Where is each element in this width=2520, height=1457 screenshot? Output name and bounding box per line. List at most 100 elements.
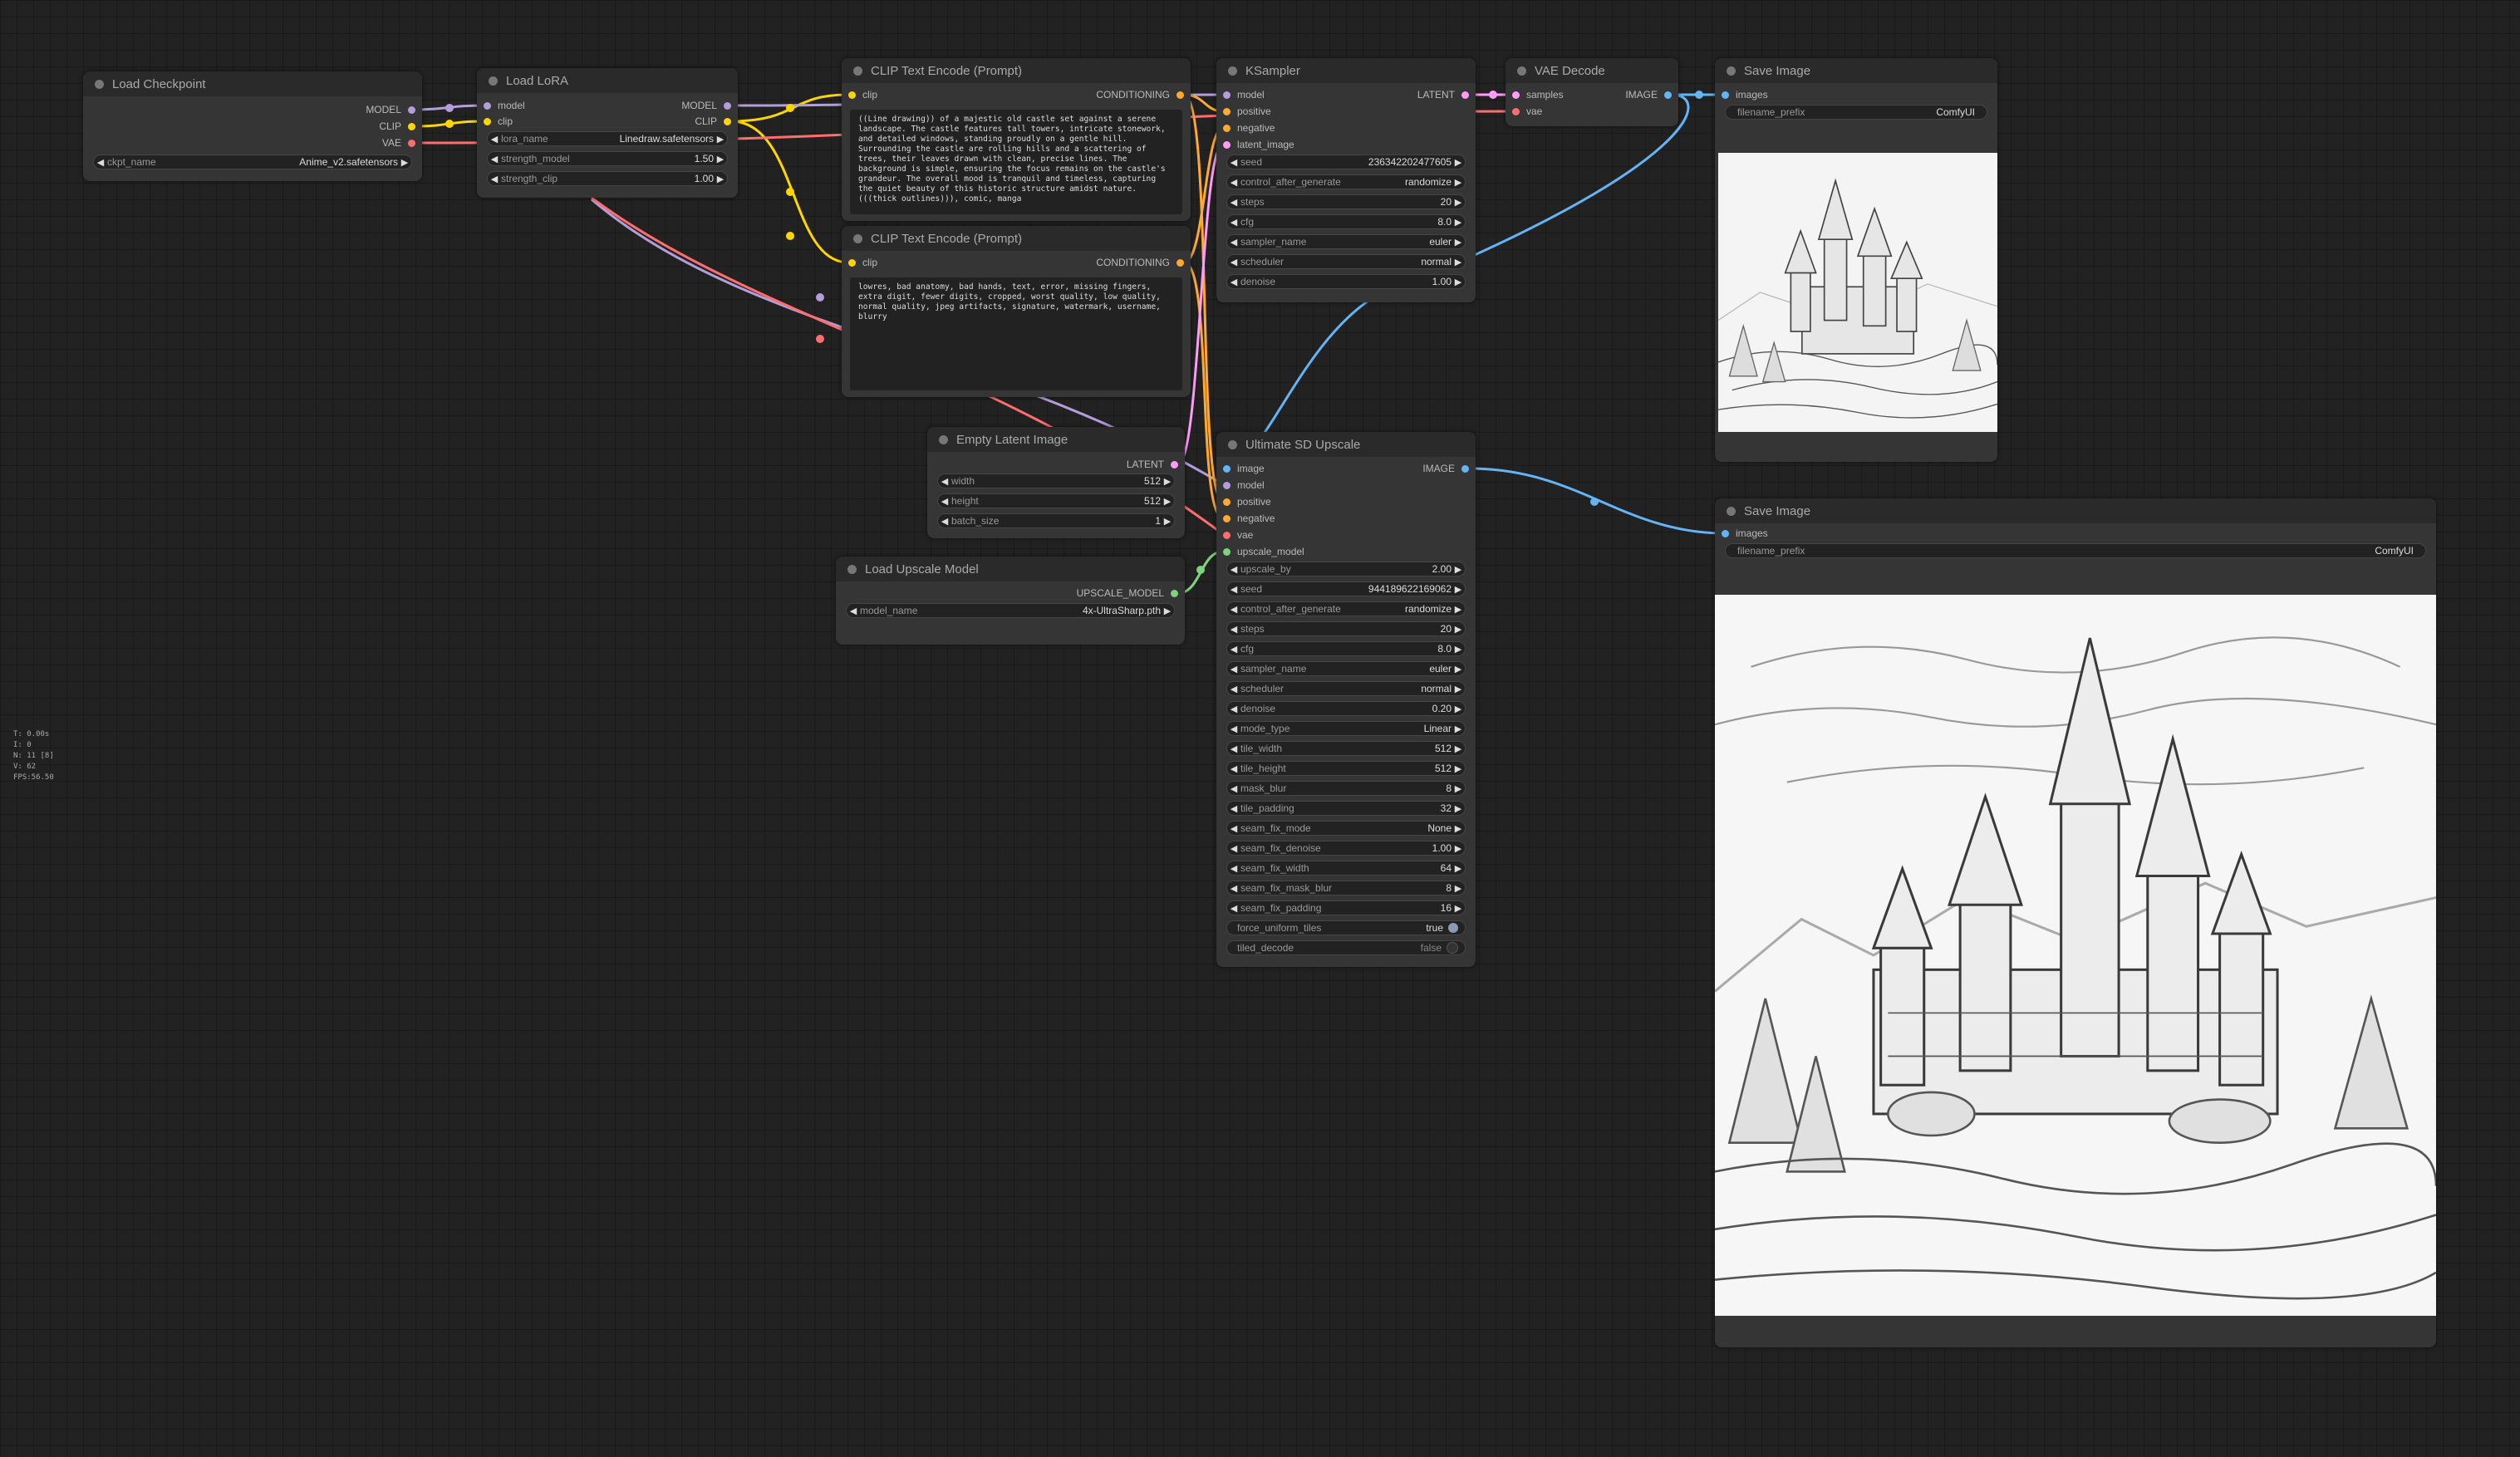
widget-strength-clip[interactable]: ◀ strength_clip 1.00 ▶ [487, 171, 728, 186]
node-title-bar[interactable]: Save Image [1715, 498, 2436, 523]
arrow-right-icon[interactable]: ▶ [1452, 903, 1465, 914]
slot-dot[interactable] [724, 117, 731, 125]
node-ksampler[interactable]: KSampler model positive negative latent_… [1216, 58, 1476, 302]
slot-dot[interactable] [1722, 91, 1729, 99]
toggle-off-icon[interactable] [1447, 942, 1458, 954]
arrow-left-icon[interactable]: ◀ [488, 174, 501, 184]
arrow-left-icon[interactable]: ◀ [1227, 823, 1240, 834]
widget-cfg[interactable]: ◀ cfg 8.0 ▶ [1226, 214, 1466, 229]
arrow-right-icon[interactable]: ▶ [1452, 763, 1465, 774]
input-model[interactable]: model [1223, 88, 1265, 101]
slot-dot[interactable] [1512, 107, 1520, 115]
arrow-right-icon[interactable]: ▶ [1452, 257, 1465, 267]
arrow-right-icon[interactable]: ▶ [1452, 684, 1465, 694]
node-ultimate-sd-upscale[interactable]: Ultimate SD Upscale image model positive… [1216, 432, 1476, 967]
slot-dot[interactable] [484, 101, 491, 110]
output-model[interactable]: MODEL [681, 99, 731, 112]
widget-denoise[interactable]: ◀ denoise 0.20 ▶ [1226, 701, 1466, 716]
arrow-left-icon[interactable]: ◀ [938, 496, 951, 507]
arrow-left-icon[interactable]: ◀ [1227, 157, 1240, 168]
input-upscale-model[interactable]: upscale_model [1223, 545, 1304, 558]
collapse-dot[interactable] [939, 434, 948, 444]
slot-dot[interactable] [1223, 91, 1231, 99]
widget-scheduler[interactable]: ◀ scheduler normal ▶ [1226, 254, 1466, 269]
arrow-right-icon[interactable]: ▶ [1452, 664, 1465, 675]
arrow-left-icon[interactable]: ◀ [1227, 863, 1240, 874]
widget-tile-width[interactable]: ◀ tile_width 512 ▶ [1226, 741, 1466, 756]
widget-control-after-generate[interactable]: ◀ control_after_generate randomize ▶ [1226, 174, 1466, 189]
arrow-right-icon[interactable]: ▶ [1452, 843, 1465, 854]
widget-tile-padding[interactable]: ◀ tile_padding 32 ▶ [1226, 801, 1466, 816]
arrow-right-icon[interactable]: ▶ [714, 134, 727, 145]
widget-seam-fix-width[interactable]: ◀ seam_fix_width 64 ▶ [1226, 861, 1466, 876]
output-conditioning[interactable]: CONDITIONING [1096, 256, 1184, 269]
slot-dot[interactable] [848, 258, 856, 267]
arrow-right-icon[interactable]: ▶ [398, 157, 411, 168]
arrow-right-icon[interactable]: ▶ [1452, 743, 1465, 754]
widget-seam-fix-padding[interactable]: ◀ seam_fix_padding 16 ▶ [1226, 900, 1466, 915]
output-image-preview[interactable] [1718, 153, 1997, 432]
output-model[interactable]: MODEL [366, 103, 415, 116]
node-load-lora[interactable]: Load LoRA model clip MODEL CLIP ◀ lora_na… [477, 68, 738, 198]
arrow-left-icon[interactable]: ◀ [1227, 237, 1240, 248]
input-model[interactable]: model [484, 99, 525, 112]
arrow-right-icon[interactable]: ▶ [1452, 604, 1465, 615]
arrow-left-icon[interactable]: ◀ [1227, 684, 1240, 694]
collapse-dot[interactable] [95, 79, 104, 89]
widget-cfg[interactable]: ◀ cfg 8.0 ▶ [1226, 641, 1466, 656]
arrow-right-icon[interactable]: ▶ [1161, 496, 1174, 507]
arrow-right-icon[interactable]: ▶ [1452, 724, 1465, 734]
arrow-right-icon[interactable]: ▶ [1452, 803, 1465, 814]
input-images[interactable]: images [1722, 527, 1768, 540]
slot-dot[interactable] [408, 122, 415, 130]
input-vae[interactable]: vae [1512, 105, 1542, 118]
arrow-left-icon[interactable]: ◀ [1227, 724, 1240, 734]
widget-upscale-by[interactable]: ◀ upscale_by 2.00 ▶ [1226, 562, 1466, 576]
collapse-dot[interactable] [1228, 439, 1237, 449]
node-title-bar[interactable]: CLIP Text Encode (Prompt) [842, 226, 1191, 251]
collapse-dot[interactable] [1228, 66, 1237, 76]
slot-dot[interactable] [408, 139, 415, 147]
arrow-left-icon[interactable]: ◀ [1227, 564, 1240, 575]
arrow-right-icon[interactable]: ▶ [1452, 197, 1465, 208]
output-image[interactable]: IMAGE [1625, 88, 1672, 101]
widget-lora-name[interactable]: ◀ lora_name Linedraw.safetensors ▶ [487, 131, 728, 146]
widget-seam-fix-mask-blur[interactable]: ◀ seam_fix_mask_blur 8 ▶ [1226, 881, 1466, 895]
arrow-right-icon[interactable]: ▶ [1161, 476, 1174, 487]
slot-dot[interactable] [1223, 464, 1231, 473]
toggle-tiled-decode[interactable]: tiled_decode false [1226, 940, 1466, 955]
input-clip[interactable]: clip [848, 256, 877, 269]
arrow-right-icon[interactable]: ▶ [1452, 783, 1465, 794]
prompt-textarea[interactable]: lowres, bad anatomy, bad hands, text, er… [850, 277, 1182, 390]
arrow-left-icon[interactable]: ◀ [1227, 604, 1240, 615]
widget-seed[interactable]: ◀ seed 236342202477605 ▶ [1226, 155, 1466, 169]
input-image[interactable]: image [1223, 462, 1265, 475]
slot-dot[interactable] [1223, 547, 1231, 556]
arrow-left-icon[interactable]: ◀ [1227, 704, 1240, 714]
input-model[interactable]: model [1223, 478, 1265, 492]
node-vae-decode[interactable]: VAE Decode samples vae IMAGE [1506, 58, 1678, 126]
arrow-right-icon[interactable]: ▶ [1452, 564, 1465, 575]
arrow-left-icon[interactable]: ◀ [488, 134, 501, 145]
arrow-left-icon[interactable]: ◀ [1227, 644, 1240, 655]
node-title-bar[interactable]: VAE Decode [1506, 58, 1678, 83]
input-clip[interactable]: clip [848, 88, 877, 101]
arrow-left-icon[interactable]: ◀ [1227, 624, 1240, 635]
arrow-left-icon[interactable]: ◀ [1227, 783, 1240, 794]
arrow-left-icon[interactable]: ◀ [1227, 277, 1240, 287]
slot-dot[interactable] [1223, 107, 1231, 115]
input-images[interactable]: images [1722, 88, 1768, 101]
collapse-dot[interactable] [489, 76, 498, 86]
collapse-dot[interactable] [853, 233, 862, 243]
node-title-bar[interactable]: Save Image [1715, 58, 1997, 83]
slot-dot[interactable] [1176, 258, 1184, 267]
widget-sampler-name[interactable]: ◀ sampler_name euler ▶ [1226, 661, 1466, 676]
arrow-left-icon[interactable]: ◀ [1227, 197, 1240, 208]
arrow-right-icon[interactable]: ▶ [1452, 177, 1465, 188]
input-samples[interactable]: samples [1512, 88, 1564, 101]
arrow-left-icon[interactable]: ◀ [94, 157, 107, 168]
widget-sampler-name[interactable]: ◀ sampler_name euler ▶ [1226, 234, 1466, 249]
arrow-left-icon[interactable]: ◀ [1227, 217, 1240, 228]
arrow-left-icon[interactable]: ◀ [1227, 903, 1240, 914]
slot-dot[interactable] [1664, 91, 1672, 99]
